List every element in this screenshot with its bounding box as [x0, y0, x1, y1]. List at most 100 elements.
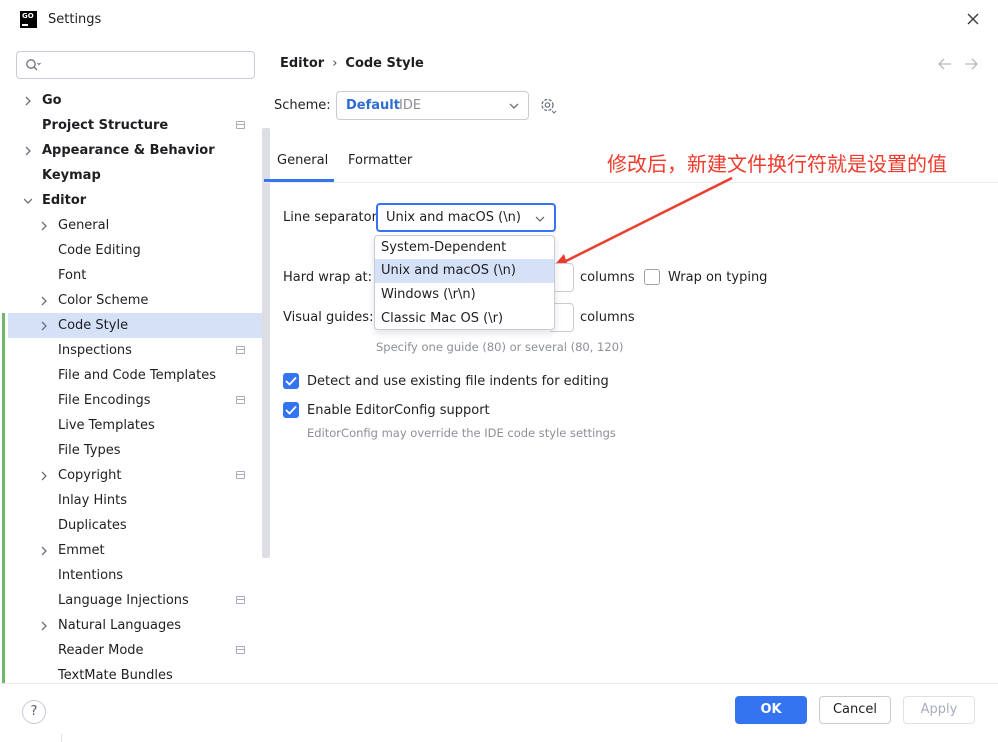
- close-icon[interactable]: [966, 12, 980, 26]
- check-icon: [285, 405, 297, 415]
- sidebar-item-label: Code Editing: [58, 243, 141, 258]
- line-separator-select[interactable]: Unix and macOS (\n): [376, 203, 556, 232]
- sidebar-item-emmet[interactable]: Emmet: [8, 538, 263, 563]
- dropdown-option[interactable]: Windows (\r\n): [375, 283, 554, 307]
- chevron-right-icon[interactable]: [24, 146, 32, 156]
- cancel-button[interactable]: Cancel: [819, 696, 891, 724]
- sidebar-item-keymap[interactable]: Keymap: [8, 163, 263, 188]
- hard-wrap-label: Hard wrap at:: [283, 270, 373, 285]
- line-separator-dropdown: System-Dependent Unix and macOS (\n) Win…: [374, 235, 555, 330]
- apply-button[interactable]: Apply: [903, 696, 975, 724]
- visual-guides-columns-label: columns: [580, 310, 635, 325]
- settings-sidebar: Go Project Structure Appearance & Behavior…: [8, 40, 270, 683]
- sidebar-item-label: Reader Mode: [58, 643, 144, 658]
- gear-icon[interactable]: [540, 97, 557, 114]
- sidebar-item-language-injections[interactable]: Language Injections: [8, 588, 263, 613]
- chevron-right-icon[interactable]: [40, 321, 48, 331]
- sidebar-item-label: Duplicates: [58, 518, 127, 533]
- left-edge-accent: [2, 313, 5, 742]
- sidebar-item-general[interactable]: General: [8, 213, 263, 238]
- chevron-right-icon[interactable]: [40, 296, 48, 306]
- annotation-text: 修改后，新建文件换行符就是设置的值: [607, 152, 947, 176]
- wrap-on-typing-checkbox[interactable]: [644, 269, 660, 285]
- project-scope-icon: [236, 471, 245, 479]
- sidebar-item-inlay-hints[interactable]: Inlay Hints: [8, 488, 263, 513]
- annotation-arrow: [551, 176, 733, 269]
- sidebar-item-label: Copyright: [58, 468, 122, 483]
- detect-indents-label: Detect and use existing file indents for…: [307, 374, 609, 389]
- sidebar-item-label: Font: [58, 268, 87, 283]
- dropdown-option-selected[interactable]: Unix and macOS (\n): [375, 259, 554, 283]
- goland-logo-icon: GO: [20, 11, 37, 28]
- nav-arrows: [938, 58, 978, 70]
- chevron-right-icon[interactable]: [40, 471, 48, 481]
- tab-general[interactable]: General: [277, 153, 328, 168]
- breadcrumb-separator: ›: [332, 56, 338, 71]
- back-arrow-icon[interactable]: [938, 58, 952, 70]
- editorconfig-checkbox[interactable]: [283, 402, 299, 418]
- sidebar-item-label: Inlay Hints: [58, 493, 127, 508]
- dropdown-option[interactable]: Classic Mac OS (\r): [375, 307, 554, 331]
- sidebar-item-editor[interactable]: Editor: [8, 188, 263, 213]
- sidebar-item-copyright[interactable]: Copyright: [8, 463, 263, 488]
- editorconfig-label: Enable EditorConfig support: [307, 403, 490, 418]
- help-button[interactable]: ?: [22, 700, 46, 724]
- chevron-down-icon: [535, 216, 545, 222]
- chevron-right-icon[interactable]: [24, 96, 32, 106]
- sidebar-item-font[interactable]: Font: [8, 263, 263, 288]
- sidebar-item-label: Emmet: [58, 543, 105, 558]
- ok-button[interactable]: OK: [735, 696, 807, 724]
- sidebar-item-natural-languages[interactable]: Natural Languages: [8, 613, 263, 638]
- sidebar-item-code-editing[interactable]: Code Editing: [8, 238, 263, 263]
- sidebar-item-label: Language Injections: [58, 593, 189, 608]
- scheme-label: Scheme:: [274, 98, 331, 113]
- sidebar-item-duplicates[interactable]: Duplicates: [8, 513, 263, 538]
- bottom-strip: [0, 734, 62, 742]
- sidebar-item-project-structure[interactable]: Project Structure: [8, 113, 263, 138]
- chevron-right-icon[interactable]: [40, 221, 48, 231]
- sidebar-item-go[interactable]: Go: [8, 88, 263, 113]
- sidebar-item-label: File Types: [58, 443, 121, 458]
- settings-tree: Go Project Structure Appearance & Behavior…: [8, 88, 263, 688]
- editorconfig-hint: EditorConfig may override the IDE code s…: [307, 426, 616, 440]
- breadcrumb-current: Code Style: [345, 56, 424, 71]
- sidebar-item-code-style[interactable]: Code Style: [8, 313, 263, 338]
- tab-formatter[interactable]: Formatter: [348, 153, 412, 168]
- sidebar-item-appearance-behavior[interactable]: Appearance & Behavior: [8, 138, 263, 163]
- hard-wrap-columns-label: columns: [580, 270, 635, 285]
- sidebar-item-label: File and Code Templates: [58, 368, 216, 383]
- detect-indents-checkbox[interactable]: [283, 373, 299, 389]
- dropdown-option[interactable]: System-Dependent: [375, 236, 554, 260]
- wrap-on-typing-label: Wrap on typing: [668, 270, 768, 285]
- sidebar-item-label: Intentions: [58, 568, 124, 583]
- sidebar-item-label: General: [58, 218, 110, 233]
- chevron-right-icon[interactable]: [40, 621, 48, 631]
- sidebar-item-file-types[interactable]: File Types: [8, 438, 263, 463]
- sidebar-item-color-scheme[interactable]: Color Scheme: [8, 288, 263, 313]
- forward-arrow-icon[interactable]: [964, 58, 978, 70]
- line-separator-value: Unix and macOS (\n): [386, 210, 521, 225]
- sidebar-item-intentions[interactable]: Intentions: [8, 563, 263, 588]
- chevron-right-icon[interactable]: [40, 546, 48, 556]
- sidebar-item-label: Keymap: [42, 168, 101, 183]
- settings-content: Editor › Code Style Scheme: Default IDE Ge…: [264, 40, 998, 683]
- sidebar-item-label: Inspections: [58, 343, 132, 358]
- line-separator-label: Line separator:: [283, 210, 382, 225]
- visual-guides-label: Visual guides:: [283, 310, 374, 325]
- search-input[interactable]: [16, 51, 255, 79]
- scheme-select[interactable]: Default IDE: [336, 91, 529, 120]
- sidebar-item-label: File Encodings: [58, 393, 151, 408]
- sidebar-item-label: Project Structure: [42, 118, 169, 133]
- chevron-down-icon: [509, 103, 519, 109]
- chevron-down-icon[interactable]: [24, 196, 32, 206]
- sidebar-item-inspections[interactable]: Inspections: [8, 338, 263, 363]
- breadcrumb-parent[interactable]: Editor: [280, 56, 324, 71]
- sidebar-item-file-encodings[interactable]: File Encodings: [8, 388, 263, 413]
- sidebar-item-reader-mode[interactable]: Reader Mode: [8, 638, 263, 663]
- sidebar-item-live-templates[interactable]: Live Templates: [8, 413, 263, 438]
- sidebar-item-label: Live Templates: [58, 418, 155, 433]
- breadcrumb: Editor › Code Style: [280, 56, 424, 71]
- scheme-sub: IDE: [399, 98, 422, 113]
- sidebar-item-file-and-code-templates[interactable]: File and Code Templates: [8, 363, 263, 388]
- scheme-value: Default: [346, 98, 400, 113]
